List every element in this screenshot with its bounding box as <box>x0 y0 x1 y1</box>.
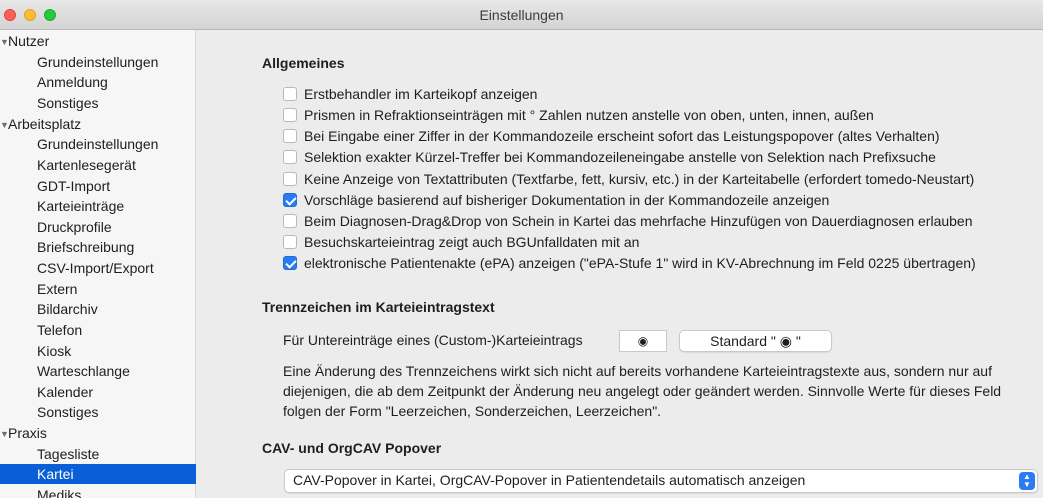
sidebar-group-arbeitsplatz[interactable]: ▼Arbeitsplatz <box>0 114 196 134</box>
checkbox-label: Beim Diagnosen-Drag&Drop von Schein in K… <box>304 213 973 229</box>
sidebar-item-anmeldung[interactable]: Anmeldung <box>0 72 196 92</box>
title-bar[interactable]: Einstellungen <box>0 0 1043 30</box>
section-title-cav: CAV- und OrgCAV Popover <box>262 440 442 456</box>
disclosure-triangle-icon[interactable]: ▼ <box>0 32 9 52</box>
separator-description: Eine Änderung des Trennzeichens wirkt si… <box>283 363 1002 419</box>
checkbox-label: Selektion exakter Kürzel-Treffer bei Kom… <box>304 149 936 165</box>
sidebar-item-kiosk[interactable]: Kiosk <box>0 341 196 361</box>
checkbox-label: Erstbehandler im Karteikopf anzeigen <box>304 86 538 102</box>
checkbox[interactable] <box>283 108 297 122</box>
sidebar-item-druckprofile[interactable]: Druckprofile <box>0 217 196 237</box>
checkbox-label: Bei Eingabe einer Ziffer in der Kommando… <box>304 128 940 144</box>
select-value: CAV-Popover in Kartei, OrgCAV-Popover in… <box>293 472 806 488</box>
checkbox-label: Vorschläge basierend auf bisheriger Doku… <box>304 192 830 208</box>
sidebar-item-telefon[interactable]: Telefon <box>0 320 196 340</box>
sidebar-item-kartenlesegeraet[interactable]: Kartenlesegerät <box>0 155 196 175</box>
checkbox[interactable] <box>283 172 297 186</box>
sidebar-item-tagesliste[interactable]: Tagesliste <box>0 444 196 464</box>
sidebar-item-gdt-import[interactable]: GDT-Import <box>0 176 196 196</box>
checkbox[interactable] <box>283 193 297 207</box>
disclosure-triangle-icon[interactable]: ▼ <box>0 115 9 135</box>
section-title-allgemeines: Allgemeines <box>262 55 345 71</box>
sidebar-item-nutzer-grundeinstellungen[interactable]: Grundeinstellungen <box>0 52 196 72</box>
sidebar-group-praxis[interactable]: ▼Praxis <box>0 423 196 443</box>
checkbox[interactable] <box>283 87 297 101</box>
sidebar-item-karteieintraege[interactable]: Karteieinträge <box>0 196 196 216</box>
sidebar-item-extern[interactable]: Extern <box>0 279 196 299</box>
checkbox[interactable] <box>283 214 297 228</box>
sidebar-item-kalender[interactable]: Kalender <box>0 382 196 402</box>
checkbox-label: Besuchskarteieintrag zeigt auch BGUnfall… <box>304 234 640 250</box>
settings-content: Allgemeines Erstbehandler im Karteikopf … <box>196 30 1043 498</box>
section-title-trennzeichen: Trennzeichen im Karteieintragstext <box>262 299 495 315</box>
sidebar-group-label: Praxis <box>8 425 47 441</box>
sidebar-group-label: Arbeitsplatz <box>8 116 82 132</box>
sidebar-item-nutzer-sonstiges[interactable]: Sonstiges <box>0 93 196 113</box>
sidebar-group-label: Nutzer <box>8 33 50 49</box>
checkbox[interactable] <box>283 256 297 270</box>
settings-sidebar: ▼Nutzer Grundeinstellungen Anmeldung Son… <box>0 30 196 498</box>
separator-input[interactable]: ◉ <box>619 330 667 352</box>
checkbox[interactable] <box>283 235 297 249</box>
checkbox[interactable] <box>283 150 297 164</box>
updown-chevron-icon: ▲ ▼ <box>1019 472 1035 490</box>
separator-field-label: Für Untereinträge eines (Custom-)Karteie… <box>283 332 583 348</box>
sidebar-group-nutzer[interactable]: ▼Nutzer <box>0 31 196 51</box>
sidebar-item-bildarchiv[interactable]: Bildarchiv <box>0 299 196 319</box>
sidebar-item-briefschreibung[interactable]: Briefschreibung <box>0 237 196 257</box>
checkbox-label: Prismen in Refraktionseinträgen mit ° Za… <box>304 107 874 123</box>
cav-popover-select[interactable]: CAV-Popover in Kartei, OrgCAV-Popover in… <box>284 469 1038 493</box>
window-title: Einstellungen <box>479 7 564 23</box>
standard-separator-button[interactable]: Standard " ◉ " <box>679 330 832 352</box>
checkbox[interactable] <box>283 129 297 143</box>
sidebar-item-kartei[interactable]: Kartei <box>0 464 196 484</box>
sidebar-item-warteschlange[interactable]: Warteschlange <box>0 361 196 381</box>
sidebar-item-arbeitsplatz-sonstiges[interactable]: Sonstiges <box>0 402 196 422</box>
preferences-window: Einstellungen ▼Nutzer Grundeinstellungen… <box>0 0 1043 498</box>
checkbox-label: elektronische Patientenakte (ePA) anzeig… <box>304 255 976 271</box>
sidebar-item-csv-import-export[interactable]: CSV-Import/Export <box>0 258 196 278</box>
disclosure-triangle-icon[interactable]: ▼ <box>0 424 9 444</box>
checkbox-label: Keine Anzeige von Textattributen (Textfa… <box>304 171 975 187</box>
sidebar-item-mediks[interactable]: Mediks <box>0 485 196 498</box>
sidebar-item-arbeitsplatz-grundeinstellungen[interactable]: Grundeinstellungen <box>0 134 196 154</box>
